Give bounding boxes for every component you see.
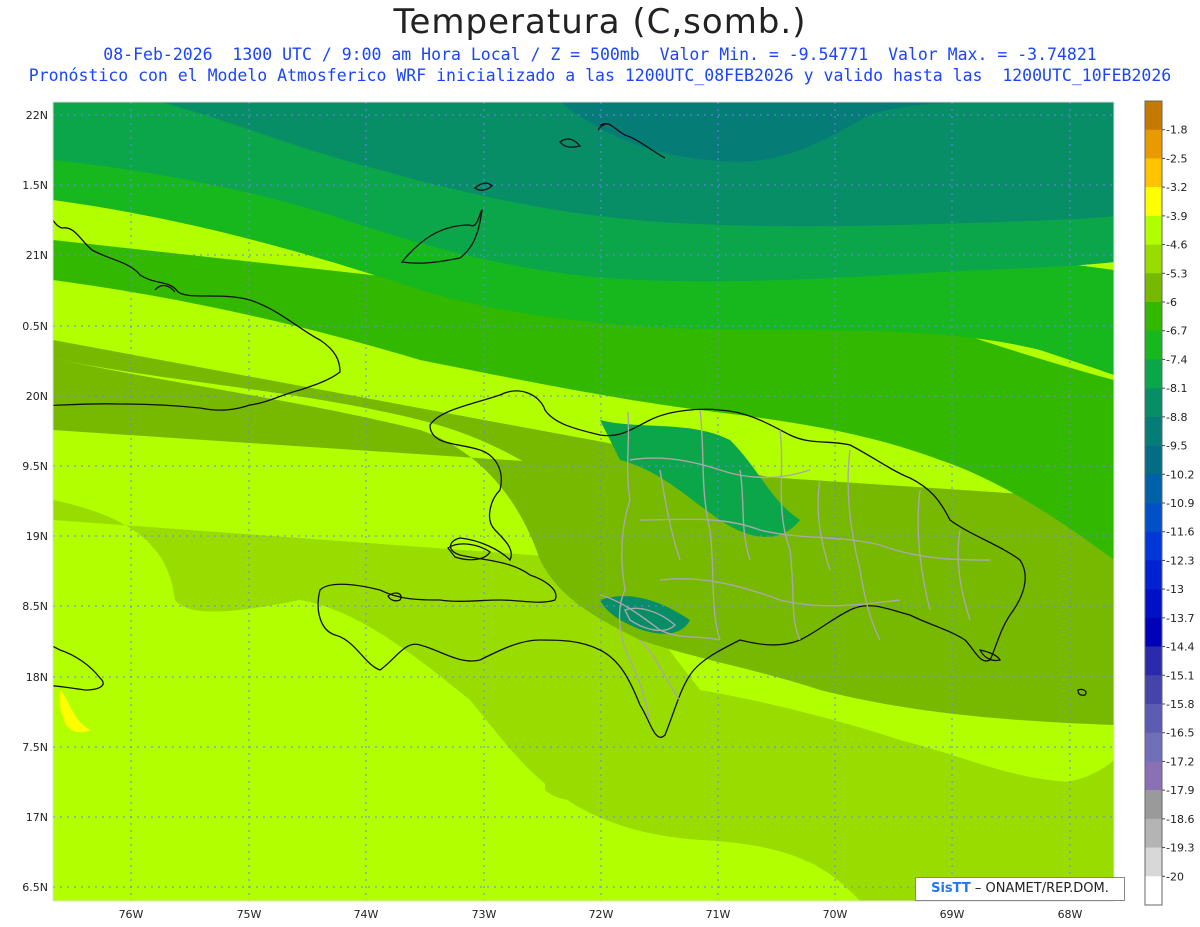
lon-label: 71W [706,908,731,921]
colorbar-swatch [1145,101,1162,131]
colorbar-swatch [1145,675,1162,705]
sispi-logo: SisTT [931,881,971,896]
colorbar-swatch [1145,876,1162,906]
colorbar-label: -15.8 [1166,698,1194,711]
colorbar-label: -16.5 [1166,727,1194,740]
colorbar-label: -13 [1166,583,1184,596]
colorbar-swatch [1145,244,1162,274]
lat-label: 8.5N [22,600,48,613]
lon-label: 74W [354,908,379,921]
colorbar-label: -13.7 [1166,612,1194,625]
colorbar-label: -10.9 [1166,497,1194,510]
colorbar-label: -2.5 [1166,152,1187,165]
colorbar-swatch [1145,388,1162,418]
colorbar-label: -15.1 [1166,669,1194,682]
colorbar-label: -9.5 [1166,440,1187,453]
colorbar-swatch [1145,215,1162,245]
colorbar-swatch [1145,187,1162,217]
colorbar-label: -10.2 [1166,468,1194,481]
colorbar-label: -3.9 [1166,210,1187,223]
lat-label: 17N [26,811,48,824]
colorbar-label: -6.7 [1166,325,1187,338]
colorbar-label: -8.8 [1166,411,1187,424]
colorbar-swatch [1145,646,1162,676]
colorbar-legend: -1.8 -2.5 -3.2 -3.9 -4.6 -5.3 -6 -6.7 -7.4 -8.1 -8… [1144,100,1194,906]
colorbar-label: -18.6 [1166,813,1194,826]
colorbar-swatch [1145,416,1162,446]
colorbar-swatch [1145,503,1162,533]
colorbar-label: -7.4 [1166,353,1187,366]
colorbar-label: -11.6 [1166,526,1194,539]
colorbar-swatch [1145,158,1162,188]
lon-label: 70W [823,908,848,921]
longitude-axis: 76W 75W 74W 73W 72W 71W 70W 69W 68W [119,908,1083,921]
colorbar-swatch [1145,531,1162,561]
colorbar-label: -17.2 [1166,755,1194,768]
colorbar-label: -19.3 [1166,842,1194,855]
colorbar-swatch [1145,589,1162,619]
colorbar-swatch [1145,330,1162,360]
colorbar-label: -20 [1166,870,1184,883]
lat-label: 0.5N [22,320,48,333]
colorbar-swatch [1145,474,1162,504]
lon-label: 75W [237,908,262,921]
colorbar-swatch [1145,732,1162,762]
colorbar-swatch [1145,273,1162,303]
temperature-map: 22N 1.5N 21N 0.5N 20N 9.5N 19N 8.5N 18N … [22,100,1194,921]
lat-label: 7.5N [22,741,48,754]
lon-label: 73W [472,908,497,921]
credit-box: SisTT – ONAMET/REP.DOM. [915,877,1125,901]
lat-label: 9.5N [22,460,48,473]
colorbar-swatch [1145,790,1162,820]
colorbar-label: -4.6 [1166,239,1187,252]
colorbar-label: -8.1 [1166,382,1187,395]
colorbar-label: -5.3 [1166,267,1187,280]
colorbar-swatch [1145,617,1162,647]
lat-label: 22N [26,109,48,122]
latitude-axis: 22N 1.5N 21N 0.5N 20N 9.5N 19N 8.5N 18N … [22,109,48,894]
colorbar-swatch [1145,302,1162,332]
colorbar-label: -3.2 [1166,181,1187,194]
colorbar-label: -17.9 [1166,784,1194,797]
colorbar-swatch [1145,560,1162,590]
lon-label: 72W [589,908,614,921]
credit-text: – ONAMET/REP.DOM. [974,881,1109,896]
colorbar-label: -6 [1166,296,1177,309]
temperature-fill [53,102,1114,901]
lon-label: 68W [1058,908,1083,921]
lon-label: 69W [940,908,965,921]
lat-label: 18N [26,671,48,684]
colorbar-swatch [1145,818,1162,848]
lat-label: 21N [26,249,48,262]
colorbar-label: -14.4 [1166,641,1194,654]
lat-label: 20N [26,390,48,403]
colorbar-swatch [1145,847,1162,877]
colorbar-label: -1.8 [1166,124,1187,137]
colorbar-swatch [1145,445,1162,475]
colorbar-swatch [1145,761,1162,791]
colorbar-swatch [1145,129,1162,159]
lat-label: 19N [26,530,48,543]
lat-label: 6.5N [22,881,48,894]
colorbar-label: -12.3 [1166,554,1194,567]
lat-label: 1.5N [22,179,48,192]
colorbar-swatch [1145,359,1162,389]
colorbar-swatch [1145,704,1162,734]
lon-label: 76W [119,908,144,921]
